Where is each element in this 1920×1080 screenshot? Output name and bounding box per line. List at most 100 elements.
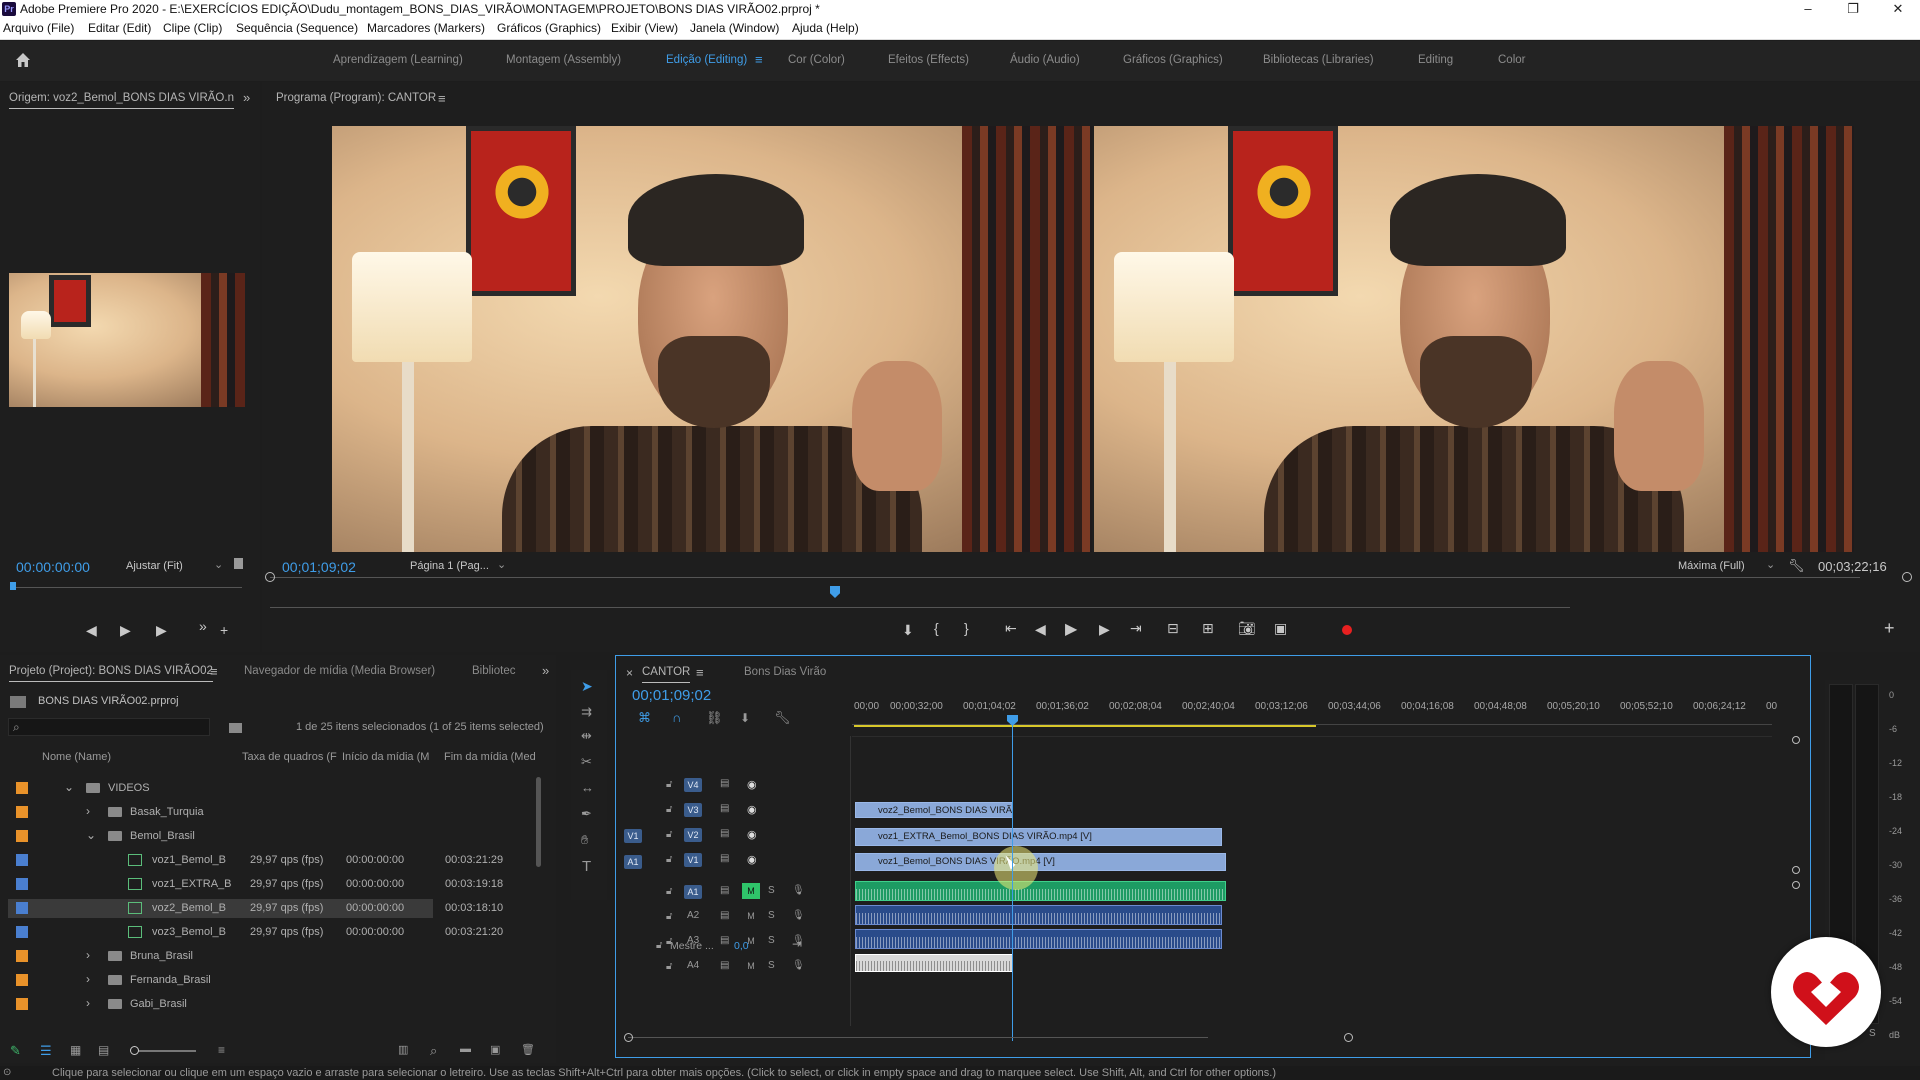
vertical-scroll-handle-mid[interactable] (1792, 866, 1800, 874)
label-color-swatch[interactable] (16, 830, 28, 842)
project-bin-row[interactable]: › Basak_Turquia (8, 803, 433, 822)
project-tab[interactable]: Projeto (Project): BONS DIAS VIRÃO02 (9, 665, 213, 682)
record-icon[interactable] (1342, 625, 1352, 635)
menu-edit[interactable]: Editar (Edit) (88, 21, 151, 35)
add-marker-timeline-icon[interactable]: ⬇︎ (740, 711, 750, 725)
column-frame-rate[interactable]: Taxa de quadros (F (242, 751, 337, 763)
source-patch-v1[interactable]: V1 (624, 829, 642, 843)
workspace-editing-custom[interactable]: Editing (1418, 54, 1453, 66)
workspace-menu-icon[interactable]: ≡ (755, 52, 763, 67)
project-bin-row[interactable]: ⌄ VIDEOS (8, 779, 433, 798)
solo-button[interactable]: S (768, 960, 775, 971)
workspace-assembly[interactable]: Montagem (Assembly) (506, 54, 621, 66)
clip-a4-audio[interactable] (855, 954, 1013, 972)
source-timecode[interactable]: 00:00:00:00 (16, 559, 90, 575)
source-add-button-icon[interactable]: + (220, 622, 228, 638)
chevron-right-icon[interactable]: › (86, 996, 90, 1010)
selection-tool-icon[interactable]: ➤ (581, 678, 593, 695)
track-lock-icon[interactable]: 🔓︎ (666, 804, 672, 815)
timeline-timecode[interactable]: 00;01;09;02 (632, 687, 711, 704)
h-scroll-handle-right[interactable] (1344, 1033, 1353, 1042)
time-ruler[interactable]: 00;00 00;00;32;00 00;01;04;02 00;01;36;0… (854, 701, 1777, 717)
overwrite-icon[interactable]: ⊞ (1202, 620, 1214, 637)
label-color-swatch[interactable] (16, 806, 28, 818)
sync-lock-icon[interactable]: ▤ (720, 885, 729, 896)
project-scrollbar[interactable] (536, 777, 541, 867)
menu-view[interactable]: Exibir (View) (611, 21, 678, 35)
media-browser-tab[interactable]: Navegador de mídia (Media Browser) (244, 665, 435, 677)
track-target-v2[interactable]: V2 (684, 828, 702, 842)
chevron-down-icon[interactable]: ⌄ (64, 780, 74, 794)
go-to-in-icon[interactable]: ⇤ (1005, 620, 1017, 637)
insert-icon[interactable]: ⊟ (1167, 620, 1179, 637)
mark-in-icon[interactable]: { (934, 620, 939, 636)
zoom-handle-left[interactable] (265, 572, 275, 582)
source-playhead[interactable] (10, 582, 16, 590)
program-timecode[interactable]: 00;01;09;02 (282, 559, 356, 575)
source-more-icon[interactable]: » (199, 618, 207, 634)
chevron-right-icon[interactable]: › (86, 972, 90, 986)
clip-a3-audio[interactable] (855, 929, 1222, 949)
master-lock-icon[interactable]: 🔓︎ (656, 940, 662, 951)
icon-view-icon[interactable]: ▦ (70, 1043, 81, 1057)
program-monitor-tab[interactable]: Programa (Program): CANTOR (276, 92, 436, 104)
solo-button[interactable]: S (768, 935, 775, 946)
project-bin-row[interactable]: ⌄ Bemol_Brasil (8, 827, 433, 846)
pen-tool-icon[interactable]: ✒︎ (581, 806, 592, 822)
vertical-scroll-handle-top[interactable] (1792, 736, 1800, 744)
freeform-view-icon[interactable]: ▤ (98, 1043, 109, 1057)
sync-lock-icon[interactable]: ▤ (720, 910, 729, 921)
workspace-color-custom[interactable]: Color (1498, 54, 1525, 66)
pencil-icon[interactable]: ✎ (10, 1043, 21, 1059)
menu-help[interactable]: Ajuda (Help) (792, 21, 859, 35)
zoom-handle-right[interactable] (1902, 572, 1912, 582)
go-to-out-icon[interactable]: ⇥ (1130, 620, 1142, 637)
eye-icon[interactable]: ◉ (747, 778, 757, 791)
h-scroll-handle-left[interactable] (624, 1033, 633, 1042)
program-add-button-icon[interactable]: + (1884, 618, 1895, 639)
source-fit-dropdown[interactable]: Ajustar (Fit) (126, 560, 183, 572)
clip-v1-voz1[interactable]: voz1_Bemol_BONS DIAS VIRÃO.mp4 [V] (855, 853, 1226, 871)
eye-icon[interactable]: ◉ (747, 853, 757, 866)
linked-selection-icon[interactable]: ⛓︎ (706, 710, 723, 726)
solo-button[interactable]: S (768, 885, 775, 896)
project-overflow-icon[interactable]: » (542, 663, 549, 678)
sync-lock-icon[interactable]: ▤ (720, 828, 729, 839)
horizontal-scrollbar[interactable] (628, 1037, 1208, 1038)
project-search-input[interactable] (8, 718, 210, 736)
vertical-scroll-handle-audio[interactable] (1792, 881, 1800, 889)
timeline-tab-close-icon[interactable]: × (626, 666, 633, 680)
program-quality-dropdown[interactable]: Máxima (Full) (1678, 560, 1745, 572)
label-color-swatch[interactable] (16, 782, 28, 794)
workspace-color[interactable]: Cor (Color) (788, 54, 845, 66)
trash-icon[interactable]: 🗑︎ (521, 1043, 535, 1056)
workspace-libraries[interactable]: Bibliotecas (Libraries) (1263, 54, 1374, 66)
sync-lock-icon[interactable]: ▤ (720, 803, 729, 814)
track-lock-icon[interactable]: 🔓︎ (666, 829, 672, 840)
comparison-view-icon[interactable]: ▣ (1274, 620, 1287, 637)
workspace-effects[interactable]: Efeitos (Effects) (888, 54, 969, 66)
wrench-icon[interactable]: 🔧︎ (1788, 558, 1805, 574)
label-color-swatch[interactable] (16, 950, 28, 962)
sync-lock-icon[interactable]: ▤ (720, 778, 729, 789)
new-bin-icon[interactable]: ▬ (460, 1043, 471, 1055)
minimize-button[interactable]: – (1786, 0, 1830, 18)
clip-v3-voz2[interactable]: voz2_Bemol_BONS DIAS VIRÃO.mp4 [ (855, 802, 1013, 818)
razor-tool-icon[interactable]: ✂︎ (581, 754, 592, 770)
add-marker-icon[interactable]: ⬇︎ (902, 622, 914, 639)
track-label-a4[interactable]: A4 (687, 960, 699, 971)
column-media-start[interactable]: Início da mídia (M (342, 751, 429, 763)
project-clip-row[interactable]: voz2_Bemol_B 29,97 qps (fps) 00:00:00:00 00… (8, 899, 503, 918)
automate-icon[interactable]: ▥ (398, 1043, 408, 1056)
menu-clip[interactable]: Clipe (Clip) (163, 21, 222, 35)
microphone-icon[interactable]: 🎙︎ (792, 960, 805, 971)
microphone-icon[interactable]: 🎙︎ (792, 910, 805, 921)
label-color-swatch[interactable] (16, 926, 28, 938)
sequence-tab-cantor[interactable]: CANTOR (642, 666, 691, 683)
zoom-slider-handle[interactable] (130, 1046, 139, 1055)
track-target-v1[interactable]: V1 (684, 853, 702, 867)
play-icon[interactable]: ▶︎ (1065, 619, 1077, 639)
source-monitor-tab[interactable]: Origem: voz2_Bemol_BONS DIAS VIRÃO.n (9, 92, 234, 109)
track-target-a1[interactable]: A1 (684, 885, 702, 899)
track-select-tool-icon[interactable]: ⇉ (581, 704, 592, 720)
